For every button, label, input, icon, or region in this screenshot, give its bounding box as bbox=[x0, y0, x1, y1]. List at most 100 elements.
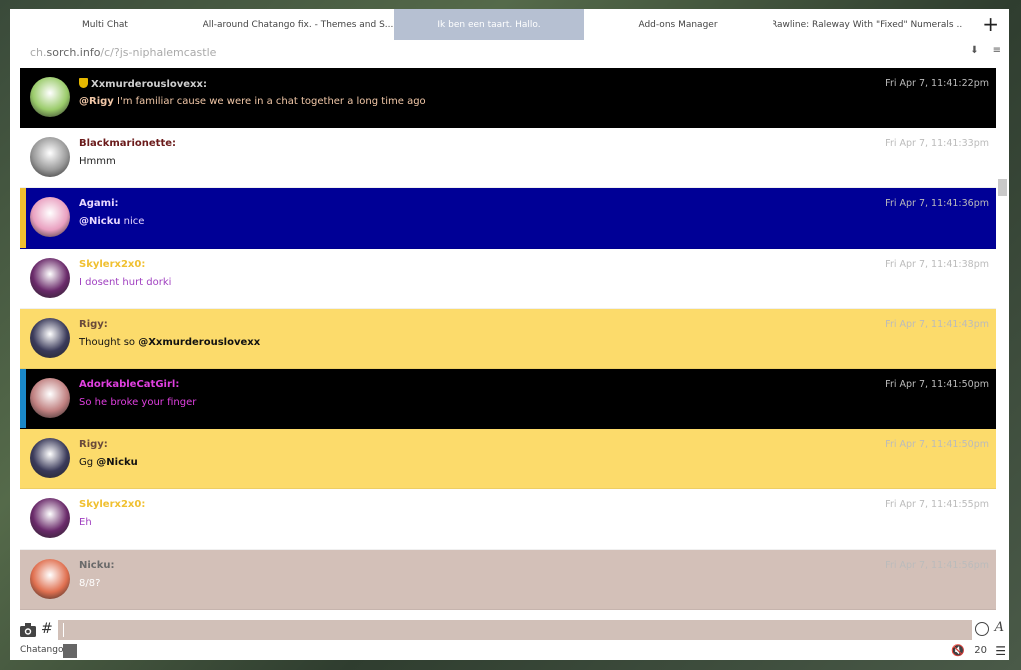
moderator-shield-icon bbox=[79, 78, 88, 88]
message-timestamp: Fri Apr 7, 11:41:43pm bbox=[885, 318, 989, 330]
url-text[interactable]: ch.sorch.info/c/?js-niphalemcastle bbox=[30, 46, 216, 59]
message-body: I'm familiar cause we were in a chat tog… bbox=[113, 96, 426, 107]
message-username[interactable]: Nicku: bbox=[79, 560, 115, 571]
tab-active-chat[interactable]: Ik ben een taart. Hallo. bbox=[394, 9, 584, 40]
user-avatar[interactable] bbox=[30, 137, 70, 178]
message-text: I dosent hurt dorki bbox=[79, 277, 171, 288]
camera-icon[interactable] bbox=[20, 623, 36, 637]
message-username[interactable]: Skylerx2x0: bbox=[79, 259, 145, 270]
mention[interactable]: @Rigy bbox=[79, 96, 114, 107]
message-text: Hmmm bbox=[79, 156, 116, 167]
mention[interactable]: @Nicku bbox=[79, 216, 121, 227]
new-tab-button[interactable]: + bbox=[982, 12, 999, 36]
message-body: Eh bbox=[79, 517, 92, 529]
url-bar[interactable]: ch.sorch.info/c/?js-niphalemcastle ⬇ ≡ bbox=[10, 40, 1009, 66]
message-accent bbox=[20, 128, 26, 188]
message-username[interactable]: Skylerx2x0: bbox=[79, 499, 145, 510]
url-path: /c/?js-niphalemcastle bbox=[100, 46, 217, 59]
message-username[interactable]: Xxmurderouslovexx: bbox=[79, 78, 207, 90]
user-avatar[interactable] bbox=[30, 257, 70, 298]
username-text: Skylerx2x0: bbox=[79, 258, 146, 270]
message-timestamp: Fri Apr 7, 11:41:36pm bbox=[885, 198, 989, 210]
username-text: Agami: bbox=[79, 198, 119, 210]
message-row: AdorkableCatGirl: So he broke your finger… bbox=[20, 368, 996, 430]
message-body: 8/8? bbox=[79, 577, 101, 589]
user-avatar[interactable] bbox=[30, 498, 70, 539]
message-timestamp: Fri Apr 7, 11:41:33pm bbox=[885, 138, 989, 150]
message-accent bbox=[20, 188, 26, 248]
message-input[interactable] bbox=[58, 620, 972, 640]
font-style-icon[interactable]: A bbox=[995, 620, 1004, 635]
message-text: 8/8? bbox=[79, 578, 100, 589]
message-row: Skylerx2x0: I dosent hurt dorki Fri Apr 7,… bbox=[20, 248, 996, 309]
message-username[interactable]: Agami: bbox=[79, 198, 119, 209]
message-timestamp: Fri Apr 7, 11:41:50pm bbox=[885, 439, 989, 451]
url-domain: sorch.info bbox=[46, 46, 101, 59]
message-accent bbox=[20, 549, 26, 609]
user-avatar[interactable] bbox=[30, 438, 70, 479]
message-text: Eh bbox=[79, 517, 92, 528]
user-count[interactable]: 20 bbox=[974, 645, 987, 656]
message-row: Xxmurderouslovexx: @Rigy I'm familiar cau… bbox=[20, 68, 996, 129]
download-icon[interactable]: ⬇ bbox=[970, 45, 978, 56]
smiley-icon[interactable] bbox=[975, 622, 989, 636]
message-username[interactable]: AdorkableCatGirl: bbox=[79, 379, 179, 390]
mention[interactable]: @Xxmurderouslovexx bbox=[138, 337, 260, 348]
tab-addons-manager[interactable]: Add-ons Manager bbox=[583, 9, 773, 40]
message-timestamp: Fri Apr 7, 11:41:22pm bbox=[885, 78, 989, 89]
message-username[interactable]: Rigy: bbox=[79, 439, 108, 450]
url-prefix: ch. bbox=[30, 46, 47, 59]
chatango-brand[interactable]: Chatango bbox=[20, 645, 63, 655]
message-body: Thought so bbox=[79, 336, 139, 348]
mention[interactable]: @Nicku bbox=[96, 457, 138, 468]
message-body: Hmmm bbox=[79, 156, 116, 168]
chatango-logo bbox=[63, 644, 77, 658]
message-text: So he broke your finger bbox=[79, 397, 196, 408]
scrollbar-thumb[interactable] bbox=[998, 179, 1007, 196]
message-row: Skylerx2x0: Eh Fri Apr 7, 11:41:55pm bbox=[20, 489, 996, 550]
username-text: Xxmurderouslovexx: bbox=[91, 79, 207, 90]
user-avatar[interactable] bbox=[30, 197, 70, 238]
user-avatar[interactable] bbox=[30, 317, 70, 358]
message-text: Thought so @Xxmurderouslovexx bbox=[79, 337, 260, 348]
message-row: Rigy: Thought so @Xxmurderouslovexx Fri Ap… bbox=[20, 308, 996, 369]
mute-icon[interactable]: 🔇 bbox=[951, 644, 965, 657]
user-avatar[interactable] bbox=[30, 558, 70, 599]
tab-multi-chat[interactable]: Multi Chat bbox=[10, 9, 200, 40]
menu-icon[interactable]: ☰ bbox=[995, 644, 1006, 658]
message-text: Gg @Nicku bbox=[79, 457, 138, 468]
message-username[interactable]: Rigy: bbox=[79, 319, 108, 330]
message-row: Nicku: 8/8? Fri Apr 7, 11:41:56pm bbox=[20, 549, 996, 610]
message-body: So he broke your finger bbox=[79, 396, 197, 408]
message-row: Rigy: Gg @Nicku Fri Apr 7, 11:41:50pm bbox=[20, 429, 996, 490]
message-timestamp: Fri Apr 7, 11:41:55pm bbox=[885, 499, 989, 511]
username-text: Rigy: bbox=[79, 439, 108, 451]
message-text: @Nicku nice bbox=[79, 216, 144, 227]
message-list: Xxmurderouslovexx: @Rigy I'm familiar cau… bbox=[20, 68, 996, 618]
message-body: Gg bbox=[79, 457, 97, 469]
username-text: Rigy: bbox=[79, 318, 108, 330]
message-text: @Rigy I'm familiar cause we were in a ch… bbox=[79, 96, 426, 107]
hashtag-icon[interactable]: # bbox=[41, 621, 53, 637]
user-avatar[interactable] bbox=[30, 377, 70, 418]
input-row: # A bbox=[10, 617, 1009, 643]
message-accent bbox=[20, 308, 26, 368]
scrollbar[interactable] bbox=[996, 68, 1009, 618]
message-row: Blackmarionette: Hmmm Fri Apr 7, 11:41:33p… bbox=[20, 128, 996, 189]
message-accent bbox=[20, 368, 26, 429]
message-timestamp: Fri Apr 7, 11:41:56pm bbox=[885, 559, 989, 571]
status-bar: Chatango 🔇 20 ☰ bbox=[10, 643, 1009, 660]
browser-window: Multi Chat All-around Chatango fix. - Th… bbox=[10, 9, 1009, 660]
tab-bar: Multi Chat All-around Chatango fix. - Th… bbox=[10, 9, 1009, 40]
message-body: I dosent hurt dorki bbox=[79, 276, 172, 288]
message-username[interactable]: Blackmarionette: bbox=[79, 138, 176, 149]
message-timestamp: Fri Apr 7, 11:41:50pm bbox=[885, 378, 989, 390]
tab-rawline[interactable]: Rawline: Raleway With "Fixed" Numerals .… bbox=[773, 9, 963, 40]
username-text: Skylerx2x0: bbox=[79, 499, 146, 511]
message-accent bbox=[20, 429, 26, 489]
username-text: Nicku: bbox=[79, 559, 115, 571]
tab-chatango-fix[interactable]: All-around Chatango fix. - Themes and S.… bbox=[203, 9, 393, 40]
username-text: AdorkableCatGirl: bbox=[79, 378, 180, 390]
hamburger-menu-icon[interactable]: ≡ bbox=[993, 45, 1001, 56]
user-avatar[interactable] bbox=[30, 77, 70, 117]
